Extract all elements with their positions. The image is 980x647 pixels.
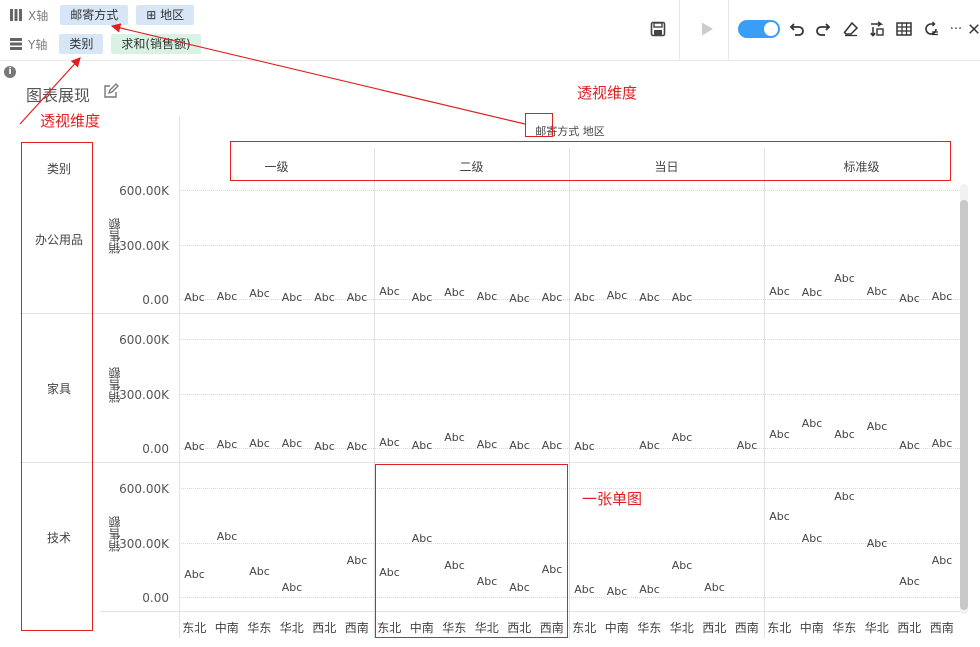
- arrow-to-x-pill: [110, 23, 526, 125]
- arrow-to-y-pill: [19, 57, 81, 125]
- annotation-arrows: [19, 23, 526, 125]
